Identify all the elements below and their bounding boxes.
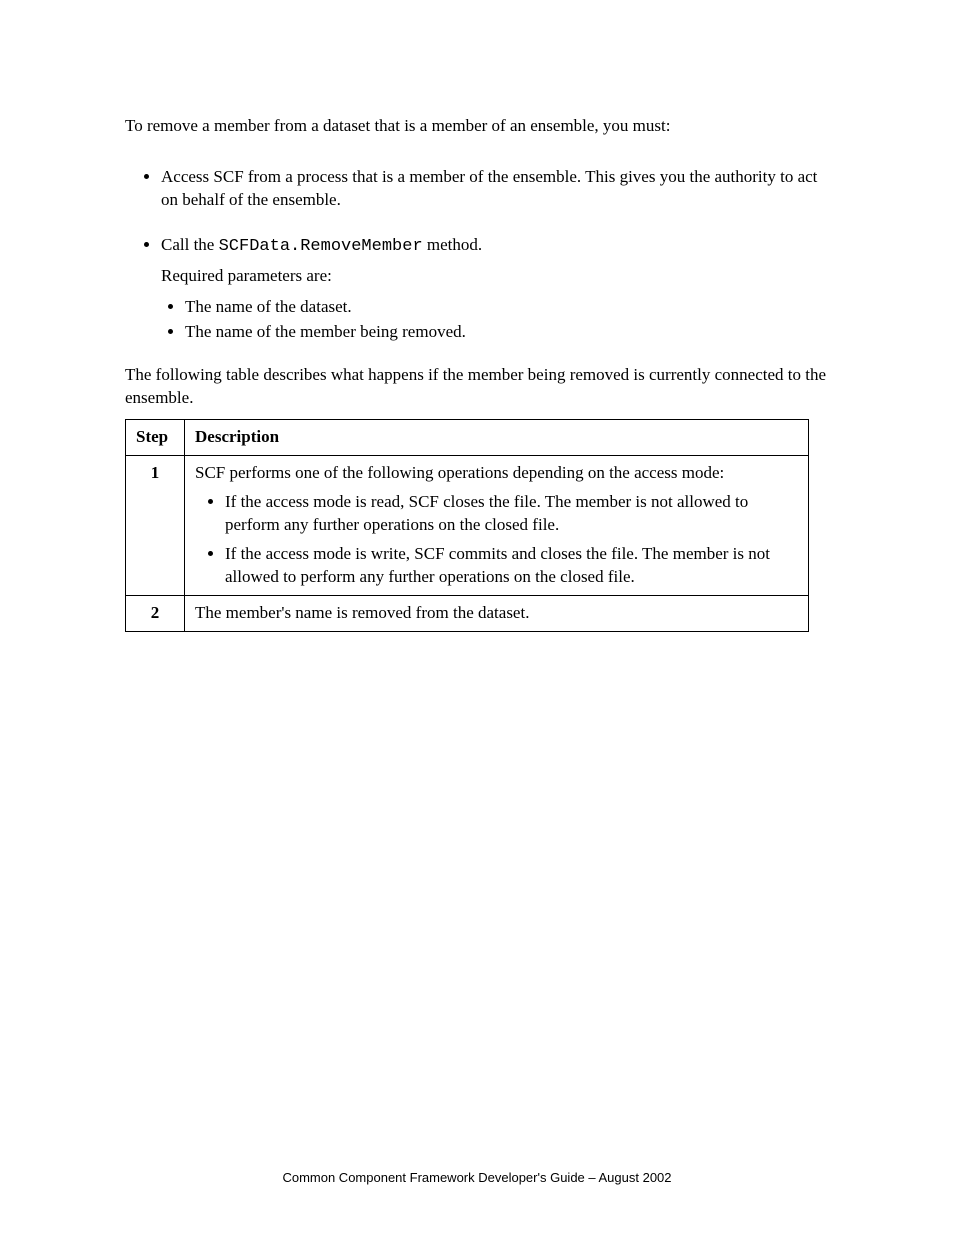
- required-item-2: The name of the member being removed.: [185, 321, 829, 344]
- required-intro: Required parameters are:: [161, 265, 829, 288]
- top-bullet-list: Access SCF from a process that is a memb…: [125, 166, 829, 344]
- required-sublist: The name of the dataset. The name of the…: [161, 296, 829, 344]
- col-step-header: Step: [126, 420, 185, 456]
- step-1-intro: SCF performs one of the following operat…: [195, 462, 798, 485]
- bullet-2: Call the SCFData.RemoveMember method. Re…: [161, 234, 829, 344]
- step-1-description: SCF performs one of the following operat…: [185, 456, 809, 596]
- step-number-2: 2: [126, 596, 185, 632]
- table-header-row: Step Description: [126, 420, 809, 456]
- step-1-item-2: If the access mode is write, SCF commits…: [225, 543, 798, 589]
- steps-table: Step Description 1 SCF performs one of t…: [125, 419, 809, 632]
- step-1-list: If the access mode is read, SCF closes t…: [195, 491, 798, 589]
- step-2-description: The member's name is removed from the da…: [185, 596, 809, 632]
- table-intro: The following table describes what happe…: [125, 364, 829, 410]
- bullet-2-tail: method.: [423, 235, 483, 254]
- bullet-2-code: SCFData.RemoveMember: [219, 237, 423, 256]
- bullet-1: Access SCF from a process that is a memb…: [161, 166, 829, 212]
- table-row: 2 The member's name is removed from the …: [126, 596, 809, 632]
- page-footer: Common Component Framework Developer's G…: [0, 1169, 954, 1187]
- step-number-1: 1: [126, 456, 185, 596]
- table-row: 1 SCF performs one of the following oper…: [126, 456, 809, 596]
- col-desc-header: Description: [185, 420, 809, 456]
- required-item-1: The name of the dataset.: [185, 296, 829, 319]
- bullet-2-lead: Call the: [161, 235, 219, 254]
- intro-text: To remove a member from a dataset that i…: [125, 115, 829, 138]
- step-1-item-1: If the access mode is read, SCF closes t…: [225, 491, 798, 537]
